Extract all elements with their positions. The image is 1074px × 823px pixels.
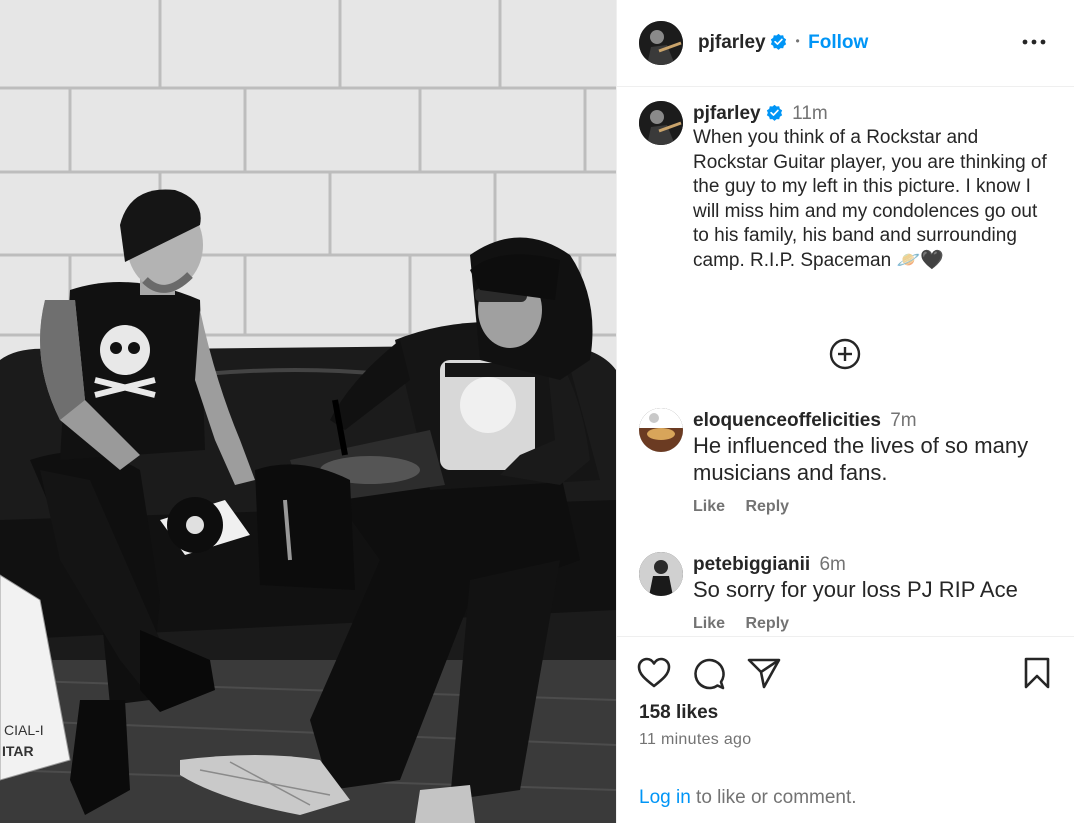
follow-button[interactable]: Follow [808,32,868,53]
comment-text: So sorry for your loss PJ RIP Ace [693,577,1018,602]
bookmark-icon[interactable] [1023,657,1051,689]
author-avatar[interactable] [639,21,683,65]
post-photo: CIAL-I ITAR [0,0,616,823]
heart-icon[interactable] [637,657,671,689]
commenter-avatar[interactable] [639,408,683,452]
verified-badge-icon [770,33,787,50]
post-caption: pjfarley 11m When you think of a Rocksta… [693,101,1053,273]
box-text-2: ITAR [2,743,34,759]
comment-body: eloquenceoffelicities 7m He influenced t… [693,410,1053,516]
comment-timestamp[interactable]: 7m [890,410,916,431]
author-username[interactable]: pjfarley [698,32,766,53]
separator-dot: • [795,34,800,48]
avatar-image [639,101,683,145]
comment-timestamp[interactable]: 6m [819,554,845,575]
box-text-1: CIAL-I [4,722,44,738]
comment-icon[interactable] [692,657,726,691]
post-header: pjfarley • Follow [617,0,1074,87]
caption-username[interactable]: pjfarley [693,103,761,124]
photo-illustration: CIAL-I ITAR [0,0,616,823]
comment-reply-button[interactable]: Reply [745,498,789,515]
caption-header: pjfarley 11m [693,101,1053,126]
post-time-ago[interactable]: 11 minutes ago [639,731,751,749]
login-link[interactable]: Log in [639,787,691,808]
comment-body: petebiggianii 6m So sorry for your loss … [693,554,1053,633]
comment-header: eloquenceoffelicities 7m [693,410,1053,432]
comment-text: He influenced the lives of so many music… [693,433,1029,485]
share-icon[interactable] [747,657,781,689]
likes-count[interactable]: 158 likes [639,702,718,724]
post-side-panel: pjfarley • Follow pjfarley 11m When you … [616,0,1074,823]
header-title-row: pjfarley • Follow [698,32,868,54]
caption-avatar[interactable] [639,101,683,145]
verified-badge-icon [766,104,783,121]
commenter-username[interactable]: eloquenceoffelicities [693,410,881,431]
post-modal: CIAL-I ITAR pjfarley • Follow pjfarley 1… [0,0,1074,823]
more-options-icon[interactable] [1019,30,1049,54]
comment-header: petebiggianii 6m [693,554,1053,576]
commenter-username[interactable]: petebiggianii [693,554,810,575]
avatar-image [639,21,683,65]
caption-text: When you think of a Rockstar and Rocksta… [693,127,1047,271]
comment-actions: Like Reply [693,498,1053,516]
comment-like-button[interactable]: Like [693,615,725,632]
avatar-image [639,408,683,452]
avatar-image [639,552,683,596]
comment-like-button[interactable]: Like [693,498,725,515]
post-actions-bar: 158 likes 11 minutes ago Log in to like … [617,636,1074,823]
comment-reply-button[interactable]: Reply [745,615,789,632]
caption-timestamp[interactable]: 11m [792,103,828,124]
add-circle-icon[interactable] [829,338,861,370]
comment-actions: Like Reply [693,615,1053,633]
commenter-avatar[interactable] [639,552,683,596]
login-prompt-text: to like or comment. [690,787,857,808]
login-prompt: Log in to like or comment. [639,787,857,809]
